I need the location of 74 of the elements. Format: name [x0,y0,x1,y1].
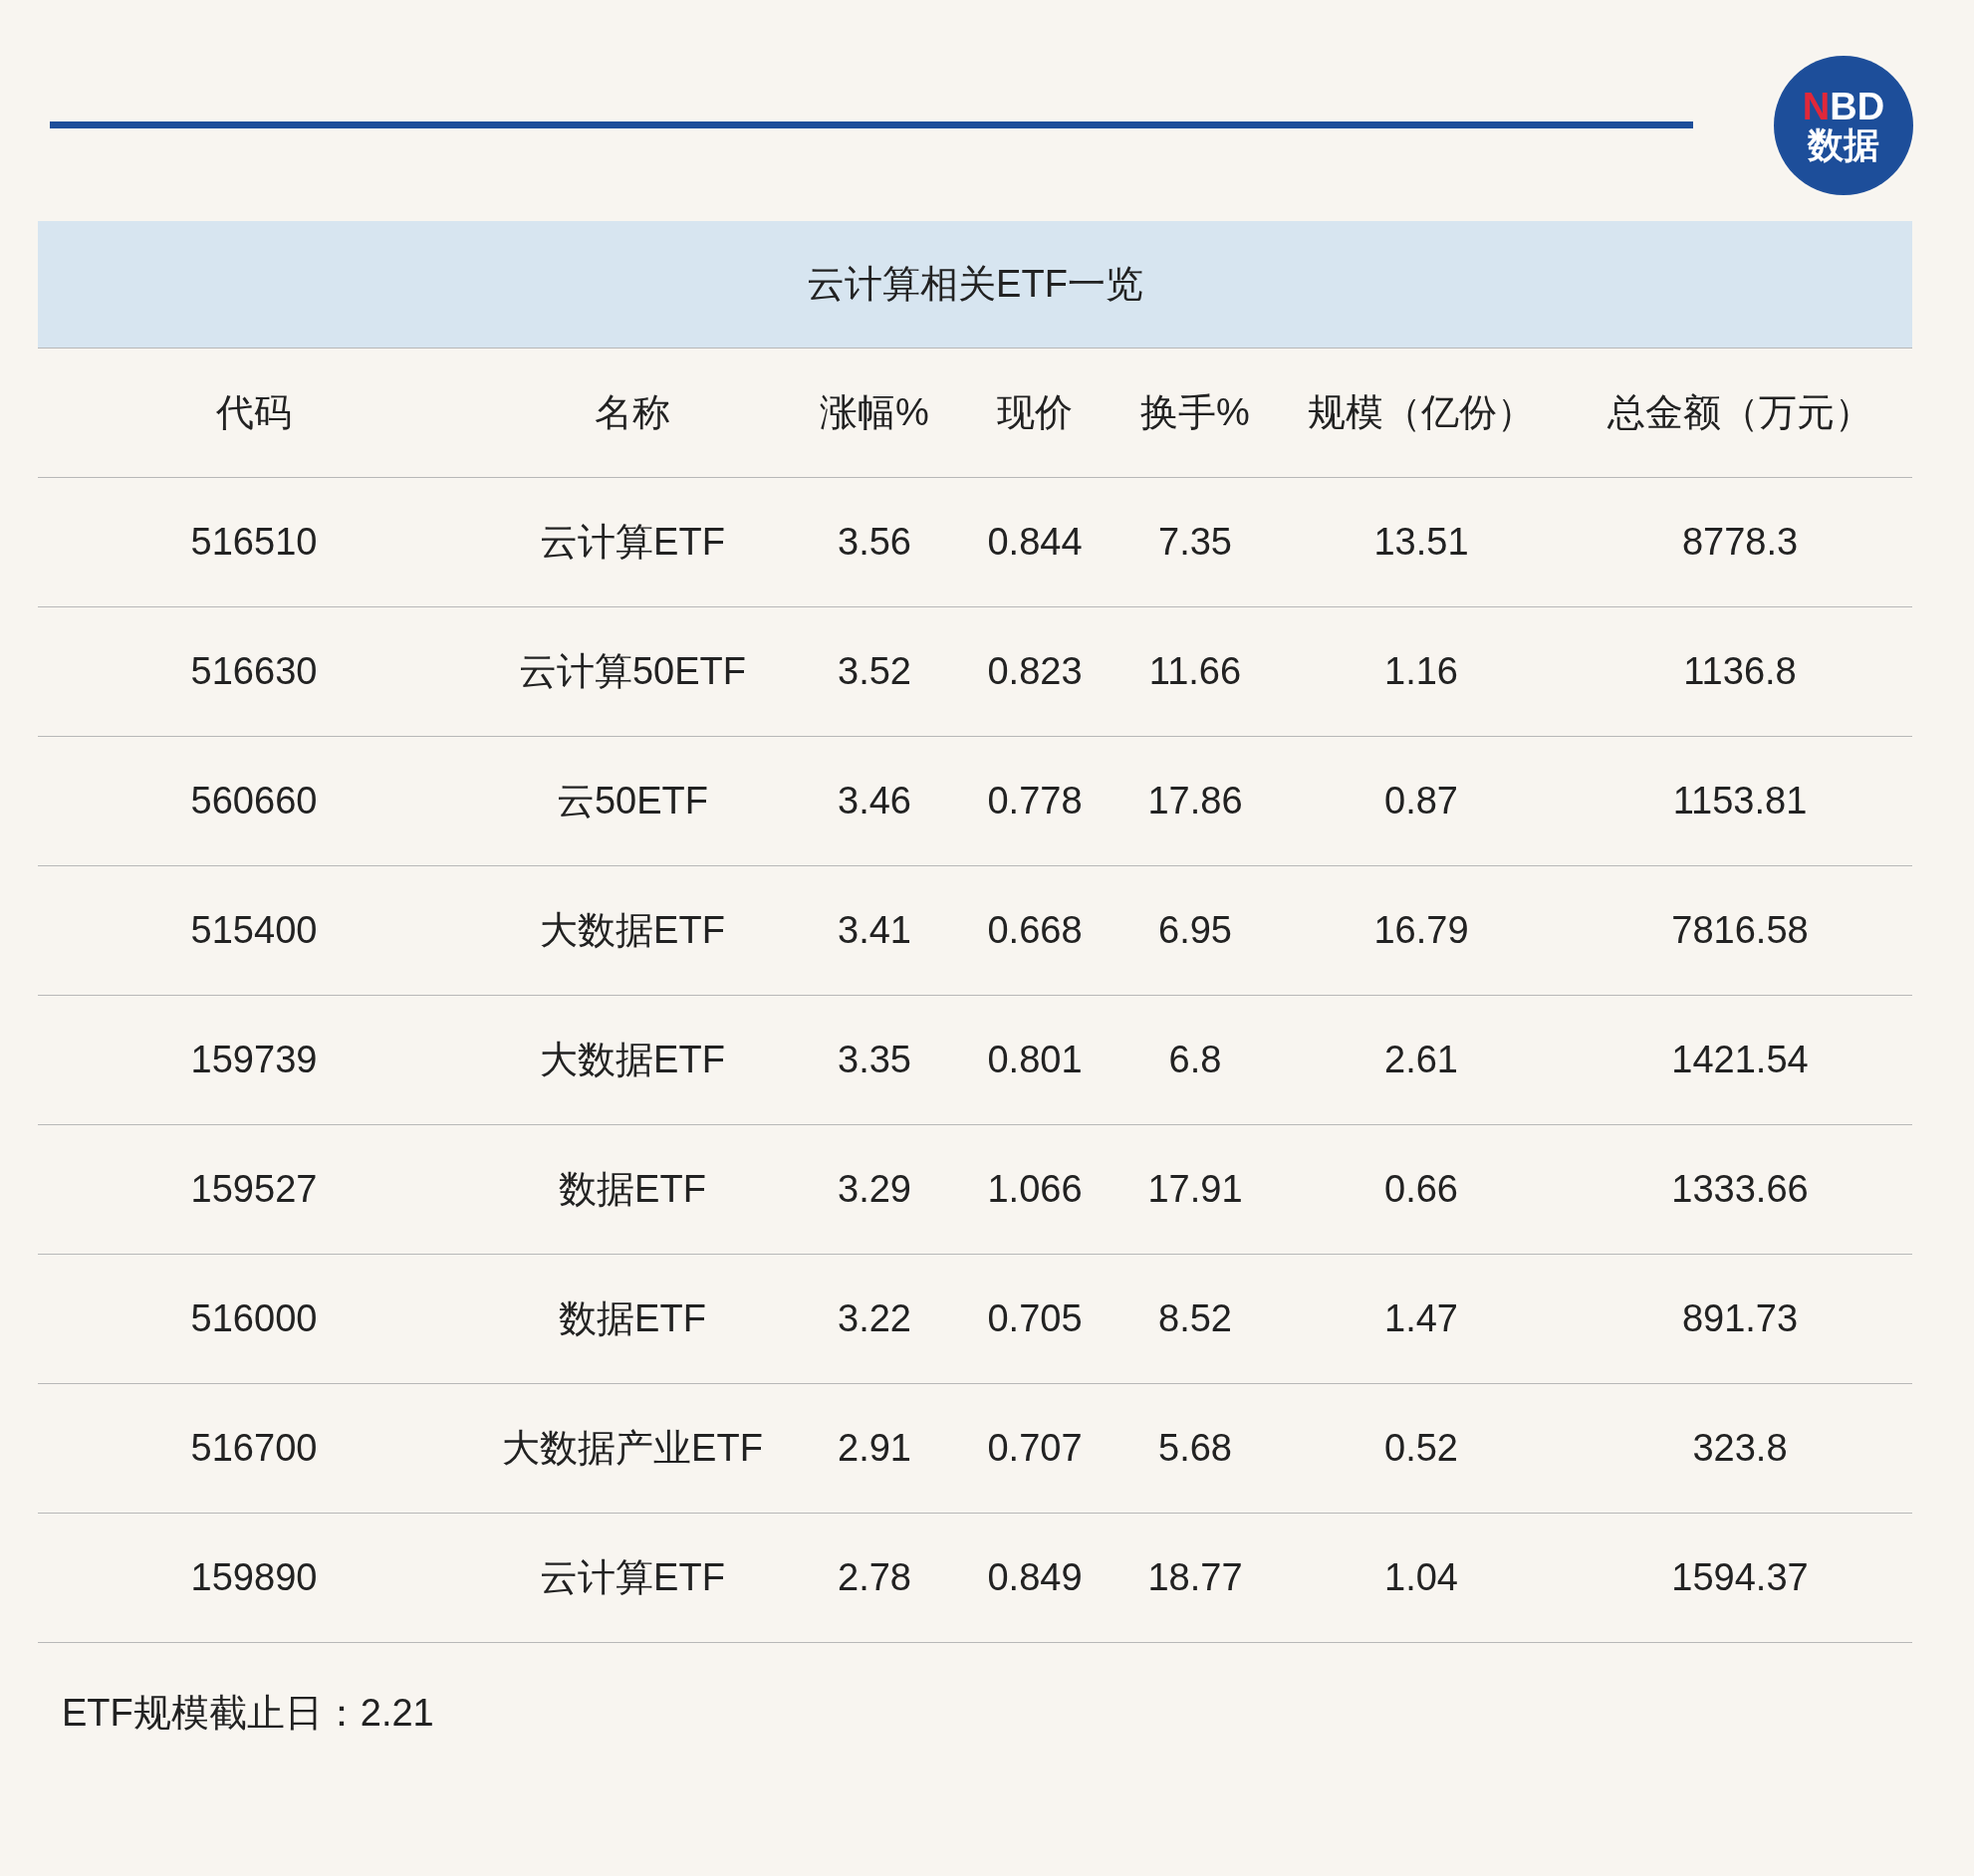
table-cell-text: 云计算ETF [539,1555,726,1600]
column-header: 换手% [1139,390,1251,435]
table-cell-text: 1594.37 [1670,1555,1810,1600]
table-cell-text: 1333.66 [1670,1167,1810,1212]
table-cell-text: 8.52 [1157,1296,1233,1341]
table-cell-text: 1421.54 [1670,1038,1810,1082]
column-header: 规模（亿份） [1307,390,1536,435]
table-cell-text: 3.22 [837,1296,912,1341]
table-cell-text: 8778.3 [1680,520,1800,565]
table-title: 云计算相关ETF一览 [807,262,1143,307]
table-cell-text: 516000 [189,1296,319,1341]
table-cell-text: 16.79 [1372,908,1470,953]
footnote: ETF规模截止日：2.21 [62,1692,434,1734]
table-cell-text: 516510 [189,520,319,565]
table-cell-text: 3.52 [837,649,912,694]
logo-letters: NBD [1802,88,1885,125]
table-cell-text: 5.68 [1157,1426,1233,1471]
table-cell-text: 数据ETF [558,1296,707,1341]
table-cell-text: 3.41 [837,908,912,953]
table-cell-text: 516630 [189,649,319,694]
table-cell-text: 17.86 [1146,779,1244,823]
table-cell-text: 560660 [189,779,319,823]
table-cell-text: 云计算50ETF [517,649,747,694]
table-cell-text: 大数据ETF [539,1038,726,1082]
table-cell-text: 18.77 [1146,1555,1244,1600]
table-cell-text: 13.51 [1372,520,1470,565]
table-cell-text: 0.849 [986,1555,1084,1600]
table-cell-text: 1.04 [1383,1555,1459,1600]
table-cell-text: 6.95 [1157,908,1233,953]
column-header: 代码 [215,390,293,435]
table-cell-text: 323.8 [1691,1426,1789,1471]
table-cell-text: 1.47 [1383,1296,1459,1341]
column-header: 总金额（万元） [1606,390,1873,435]
table-cell-text: 3.35 [837,1038,912,1082]
table-cell-text: 6.8 [1167,1038,1223,1082]
table-cell-text: 1.16 [1383,649,1459,694]
table-cell-text: 0.778 [986,779,1084,823]
table-cell-text: 0.844 [986,520,1084,565]
column-header: 现价 [996,390,1074,435]
table-cell-text: 云50ETF [555,779,709,823]
table-cell-text: 大数据产业ETF [501,1426,764,1471]
table-cell-text: 0.52 [1383,1426,1459,1471]
table-cell-text: 0.87 [1383,779,1459,823]
table-cell-text: 0.668 [986,908,1084,953]
table-cell-text: 159890 [189,1555,319,1600]
table-cell-text: 0.801 [986,1038,1084,1082]
table-cell-text: 0.823 [986,649,1084,694]
column-header: 名称 [594,390,671,435]
table-cell-text: 515400 [189,908,319,953]
table-cell-text: 1153.81 [1671,779,1809,823]
table-cell-text: 3.56 [837,520,912,565]
logo-subtitle: 数据 [1808,127,1879,163]
table-cell-text: 2.91 [837,1426,912,1471]
table-cell-text: 1.066 [986,1167,1084,1212]
table-cell-text: 1136.8 [1682,649,1798,694]
table-cell-text: 159527 [189,1167,319,1212]
table-cell-text: 3.46 [837,779,912,823]
table-cell-text: 云计算ETF [539,520,726,565]
table-cell-text: 数据ETF [558,1167,707,1212]
table-cell-text: 7816.58 [1670,908,1810,953]
table-cell-text: 7.35 [1157,520,1233,565]
table-cell-text: 891.73 [1680,1296,1800,1341]
table-cell-text: 2.61 [1383,1038,1459,1082]
table-cell-text: 0.707 [986,1426,1084,1471]
table-cell-text: 0.66 [1383,1167,1459,1212]
table-cell-text: 3.29 [837,1167,912,1212]
table-cell-text: 11.66 [1147,649,1243,694]
table-cell-text: 17.91 [1146,1167,1244,1212]
table-cell-text: 516700 [189,1426,319,1471]
column-header: 涨幅% [819,390,930,435]
table-cell-text: 159739 [189,1038,319,1082]
table-cell-text: 大数据ETF [539,908,726,953]
table-cell-text: 2.78 [837,1555,912,1600]
table-cell-text: 0.705 [986,1296,1084,1341]
